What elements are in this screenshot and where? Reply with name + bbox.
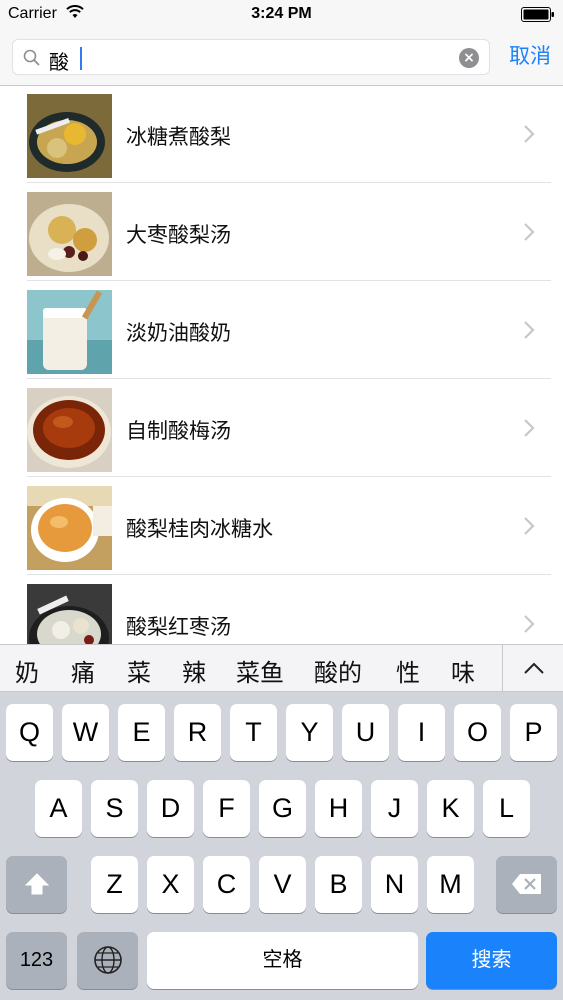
chevron-right-icon [524, 517, 535, 535]
globe-icon [93, 946, 122, 974]
text-caret [80, 47, 82, 70]
key-w[interactable]: W [62, 704, 109, 761]
candidate-bar: 奶 痛 菜 辣 菜鱼 酸的 性 味 [0, 644, 563, 692]
list-item[interactable]: 大枣酸梨汤 [0, 184, 563, 281]
list-item[interactable]: 淡奶油酸奶 [0, 282, 563, 379]
key-x[interactable]: X [147, 856, 194, 913]
item-title: 酸梨桂肉冰糖水 [126, 517, 273, 541]
list-item[interactable]: 冰糖煮酸梨 [0, 86, 563, 183]
chevron-right-icon [524, 419, 535, 437]
chevron-right-icon [524, 321, 535, 339]
shift-icon [24, 873, 49, 895]
key-r[interactable]: R [174, 704, 221, 761]
candidate-word[interactable]: 味 [451, 653, 475, 688]
delete-icon [511, 874, 541, 894]
key-i[interactable]: I [398, 704, 445, 761]
key-z[interactable]: Z [91, 856, 138, 913]
cancel-button[interactable]: 取消 [500, 40, 560, 70]
candidate-word[interactable]: 性 [396, 653, 420, 688]
key-m[interactable]: M [427, 856, 474, 913]
key-y[interactable]: Y [286, 704, 333, 761]
shift-key[interactable] [6, 856, 67, 913]
key-l[interactable]: L [483, 780, 530, 837]
clear-icon[interactable]: × [459, 48, 479, 68]
divider [27, 476, 551, 477]
chevron-right-icon [524, 223, 535, 241]
key-h[interactable]: H [315, 780, 362, 837]
item-title: 冰糖煮酸梨 [126, 125, 231, 149]
key-p[interactable]: P [510, 704, 557, 761]
key-e[interactable]: E [118, 704, 165, 761]
key-g[interactable]: G [259, 780, 306, 837]
candidate-word[interactable]: 痛 [71, 653, 95, 688]
key-s[interactable]: S [91, 780, 138, 837]
key-b[interactable]: B [315, 856, 362, 913]
candidate-word[interactable]: 酸的 [314, 653, 362, 688]
chevron-right-icon [524, 125, 535, 143]
keyboard: Q W E R T Y U I O P A S D F G H J K L Z … [0, 692, 563, 1000]
thumbnail-image [27, 192, 112, 276]
divider [27, 182, 551, 183]
item-title: 淡奶油酸奶 [126, 321, 231, 345]
item-title: 自制酸梅汤 [126, 419, 231, 443]
key-n[interactable]: N [371, 856, 418, 913]
key-q[interactable]: Q [6, 704, 53, 761]
key-v[interactable]: V [259, 856, 306, 913]
delete-key[interactable] [496, 856, 557, 913]
thumbnail-image [27, 486, 112, 570]
key-f[interactable]: F [203, 780, 250, 837]
chevron-right-icon [524, 615, 535, 633]
thumbnail-image [27, 94, 112, 178]
key-d[interactable]: D [147, 780, 194, 837]
key-t[interactable]: T [230, 704, 277, 761]
search-bar: 酸 × 取消 [0, 30, 563, 86]
space-key[interactable]: 空格 [147, 932, 418, 989]
results-list: 冰糖煮酸梨 大枣酸梨汤 淡奶油酸奶 自制酸梅汤 酸梨桂肉冰糖水 酸梨红枣汤 [0, 86, 563, 644]
status-time: 3:24 PM [251, 5, 312, 22]
candidate-word[interactable]: 奶 [15, 653, 39, 688]
candidate-word[interactable]: 菜鱼 [236, 653, 284, 688]
key-a[interactable]: A [35, 780, 82, 837]
key-k[interactable]: K [427, 780, 474, 837]
search-key[interactable]: 搜索 [426, 932, 557, 989]
status-bar: Carrier 3:24 PM [0, 0, 563, 30]
item-title: 大枣酸梨汤 [126, 223, 231, 247]
thumbnail-image [27, 290, 112, 374]
list-item[interactable]: 酸梨红枣汤 [0, 576, 563, 644]
collapse-candidates-button[interactable] [502, 645, 563, 692]
list-item[interactable]: 自制酸梅汤 [0, 380, 563, 477]
numbers-key[interactable]: 123 [6, 932, 67, 989]
search-icon [23, 49, 40, 66]
list-item[interactable]: 酸梨桂肉冰糖水 [0, 478, 563, 575]
globe-key[interactable] [77, 932, 138, 989]
search-input[interactable]: 酸 × [12, 39, 490, 75]
search-query: 酸 [49, 50, 69, 74]
battery-icon [521, 7, 554, 22]
item-title: 酸梨红枣汤 [126, 615, 231, 639]
divider [27, 574, 551, 575]
divider [27, 280, 551, 281]
thumbnail-image [27, 584, 112, 644]
divider [27, 378, 551, 379]
candidate-word[interactable]: 菜 [127, 653, 151, 688]
key-u[interactable]: U [342, 704, 389, 761]
key-o[interactable]: O [454, 704, 501, 761]
key-j[interactable]: J [371, 780, 418, 837]
thumbnail-image [27, 388, 112, 472]
candidate-word[interactable]: 辣 [182, 653, 206, 688]
chevron-up-icon [524, 662, 544, 674]
key-c[interactable]: C [203, 856, 250, 913]
